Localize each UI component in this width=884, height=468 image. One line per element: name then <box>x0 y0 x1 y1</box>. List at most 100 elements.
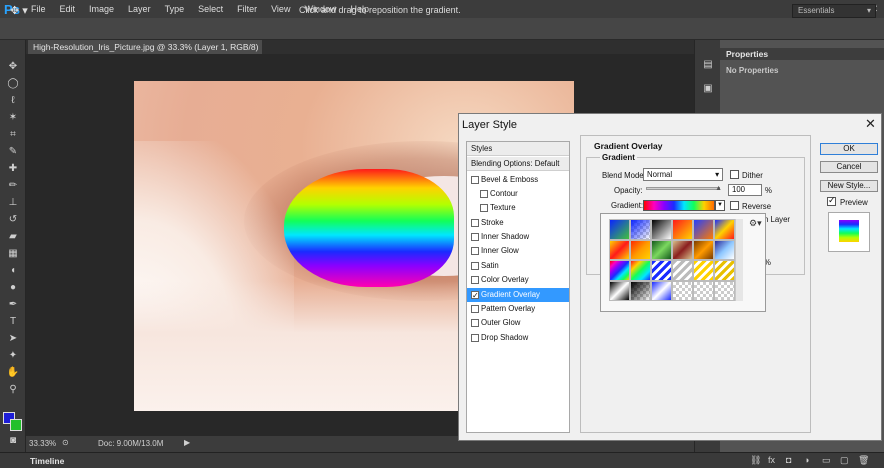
blending-options-item[interactable]: Blending Options: Default <box>467 157 569 171</box>
eraser-tool-icon[interactable]: ▰ <box>4 230 22 244</box>
menu-file[interactable]: File <box>24 0 53 18</box>
marquee-tool-icon[interactable]: ◯ <box>4 77 22 91</box>
style-item-stroke[interactable]: Stroke <box>467 216 569 230</box>
path-select-icon[interactable]: ➤ <box>4 332 22 346</box>
hand-tool-icon[interactable]: ✋ <box>4 366 22 380</box>
picker-scrollbar[interactable] <box>735 219 743 301</box>
gradient-tool-icon[interactable]: ▦ <box>4 247 22 261</box>
shape-tool-icon[interactable]: ✦ <box>4 349 22 363</box>
document-tab[interactable]: High-Resolution_Iris_Picture.jpg @ 33.3%… <box>28 40 262 66</box>
gradient-dropdown-icon[interactable]: ▼ <box>715 200 725 211</box>
gradient-preset[interactable] <box>630 260 651 281</box>
gradient-preset[interactable] <box>609 219 630 240</box>
crop-tool-icon[interactable]: ⌗ <box>4 128 22 142</box>
style-item-texture[interactable]: Texture <box>467 201 569 215</box>
trash-icon[interactable]: 🗑 <box>858 455 869 466</box>
gradient-preset[interactable] <box>693 219 714 240</box>
style-item-bevel-emboss[interactable]: Bevel & Emboss <box>467 173 569 187</box>
checkbox-checked[interactable] <box>471 289 479 303</box>
style-item-pattern-overlay[interactable]: Pattern Overlay <box>467 302 569 316</box>
gradient-preset[interactable] <box>714 280 735 301</box>
gradient-preset[interactable] <box>651 239 672 260</box>
history-panel-icon[interactable]: ▤ <box>699 58 717 72</box>
lasso-tool-icon[interactable]: ℓ <box>4 94 22 108</box>
move-tool-icon[interactable]: ✥ <box>4 60 22 74</box>
checkbox[interactable] <box>471 305 479 313</box>
checkbox[interactable] <box>480 204 488 212</box>
gear-icon[interactable]: ⚙▾ <box>749 218 762 229</box>
link-layers-icon[interactable]: ⛓ <box>750 455 761 466</box>
gradient-preset[interactable] <box>714 219 735 240</box>
styles-header[interactable]: Styles <box>467 142 569 156</box>
mask-icon[interactable]: ◘ <box>786 455 791 465</box>
style-item-color-overlay[interactable]: Color Overlay <box>467 273 569 287</box>
checkbox[interactable] <box>471 247 479 255</box>
slider-handle-icon[interactable]: ▲ <box>715 185 722 192</box>
gradient-preset[interactable] <box>672 260 693 281</box>
style-item-drop-shadow[interactable]: Drop Shadow <box>467 331 569 345</box>
brush-tool-icon[interactable]: ✏ <box>4 179 22 193</box>
zoom-tool-icon[interactable]: ⚲ <box>4 383 22 397</box>
gradient-preset[interactable] <box>630 280 651 301</box>
gradient-preset[interactable] <box>651 260 672 281</box>
menu-image[interactable]: Image <box>82 0 121 18</box>
style-item-inner-glow[interactable]: Inner Glow <box>467 244 569 258</box>
menu-type[interactable]: Type <box>158 0 192 18</box>
style-item-satin[interactable]: Satin <box>467 259 569 273</box>
quick-mask-icon[interactable]: ◙ <box>4 434 22 448</box>
checkbox[interactable] <box>471 262 479 270</box>
eyedropper-icon[interactable]: ✎ <box>4 145 22 159</box>
gradient-preset[interactable] <box>609 280 630 301</box>
gradient-preset[interactable] <box>672 280 693 301</box>
opacity-input[interactable]: 100 <box>728 184 762 196</box>
checkbox[interactable] <box>471 334 479 342</box>
actions-panel-icon[interactable]: ▣ <box>699 82 717 96</box>
gradient-preset-selected[interactable] <box>609 260 630 281</box>
blur-tool-icon[interactable]: ◖ <box>4 264 22 278</box>
gradient-preset[interactable] <box>672 219 693 240</box>
healing-brush-icon[interactable]: ✚ <box>4 162 22 176</box>
adjustment-icon[interactable]: ◑ <box>804 455 809 465</box>
style-item-outer-glow[interactable]: Outer Glow <box>467 316 569 330</box>
status-menu-arrow-icon[interactable]: ▶ <box>184 438 190 447</box>
reverse-checkbox[interactable] <box>730 201 739 210</box>
checkbox[interactable] <box>471 276 479 284</box>
checkbox[interactable] <box>471 319 479 327</box>
gradient-preset[interactable] <box>693 280 714 301</box>
new-layer-icon[interactable]: ▢ <box>840 455 849 466</box>
gradient-preset[interactable] <box>714 239 735 260</box>
dodge-tool-icon[interactable]: ● <box>4 281 22 295</box>
menu-filter[interactable]: Filter <box>230 0 264 18</box>
zoom-level[interactable]: 33.33% <box>29 439 56 448</box>
cancel-button[interactable]: Cancel <box>820 161 878 173</box>
gradient-preset[interactable] <box>714 260 735 281</box>
gradient-preset[interactable] <box>693 239 714 260</box>
dither-checkbox[interactable] <box>730 170 739 179</box>
fx-icon[interactable]: fx <box>768 455 775 465</box>
checkbox[interactable] <box>480 190 488 198</box>
ok-button[interactable]: OK <box>820 143 878 155</box>
checkbox[interactable] <box>471 176 479 184</box>
move-tool-preset-icon[interactable]: ✥ ▾ <box>10 4 28 17</box>
menu-layer[interactable]: Layer <box>121 0 158 18</box>
new-style-button[interactable]: New Style... <box>820 180 878 192</box>
gradient-preset[interactable] <box>630 239 651 260</box>
style-item-contour[interactable]: Contour <box>467 187 569 201</box>
pen-tool-icon[interactable]: ✒ <box>4 298 22 312</box>
checkbox[interactable] <box>471 233 479 241</box>
status-info-icon[interactable]: ⊙ <box>62 438 69 447</box>
properties-tab[interactable]: Properties <box>726 49 768 59</box>
menu-select[interactable]: Select <box>191 0 230 18</box>
menu-view[interactable]: View <box>264 0 297 18</box>
close-icon[interactable]: ✕ <box>865 116 876 132</box>
checkbox[interactable] <box>471 219 479 227</box>
workspace-select[interactable]: Essentials ▾ <box>792 4 876 18</box>
background-color-swatch[interactable] <box>10 419 22 431</box>
gradient-preset[interactable] <box>672 239 693 260</box>
opacity-slider[interactable]: ▲ <box>646 185 722 192</box>
timeline-tab[interactable]: Timeline <box>30 456 64 466</box>
style-item-inner-shadow[interactable]: Inner Shadow <box>467 230 569 244</box>
gradient-preset[interactable] <box>609 239 630 260</box>
style-item-gradient-overlay[interactable]: Gradient Overlay <box>467 288 569 303</box>
gradient-preview-swatch[interactable] <box>643 200 715 211</box>
